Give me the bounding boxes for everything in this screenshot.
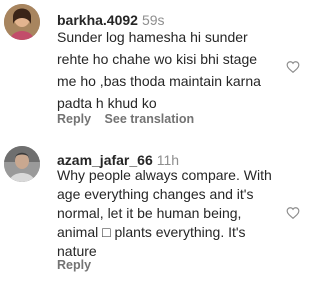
user-avatar-icon — [4, 146, 40, 182]
reply-button[interactable]: Reply — [57, 112, 91, 126]
comment-line: me ho ,bas thoda maintain karna — [57, 73, 261, 89]
comment-actions: Reply — [57, 258, 101, 272]
like-button[interactable] — [286, 206, 300, 220]
avatar[interactable] — [4, 146, 40, 182]
comment-text: Why people always compare. With age ever… — [57, 166, 277, 261]
comment-item: azam_jafar_66 11h Why people always compa… — [0, 140, 308, 287]
comment-line: padta h khud ko — [57, 95, 157, 111]
heart-outline-icon — [286, 61, 300, 74]
comment-item: barkha.4092 59s Sunder log hamesha hi sun… — [0, 0, 308, 140]
heart-outline-icon — [286, 207, 300, 220]
comment-line: normal, let it be human being, — [57, 205, 242, 221]
comment-line: Why people always compare. With — [57, 167, 272, 183]
user-avatar-icon — [4, 4, 40, 40]
see-translation-button[interactable]: See translation — [105, 112, 195, 126]
comment-line: Sunder log hamesha hi sunder — [57, 29, 248, 45]
comment-actions: Reply See translation — [57, 112, 204, 126]
comment-line: age everything changes and it's — [57, 186, 254, 202]
comment-line: rehte ho chahe wo kisi bhi stage — [57, 51, 258, 67]
reply-button[interactable]: Reply — [57, 258, 91, 272]
comment-text: Sunder log hamesha hi sunder rehte ho ch… — [57, 26, 277, 114]
avatar[interactable] — [4, 4, 40, 40]
like-button[interactable] — [286, 60, 300, 74]
comment-line: animal □ plants everything. It's — [57, 224, 246, 240]
